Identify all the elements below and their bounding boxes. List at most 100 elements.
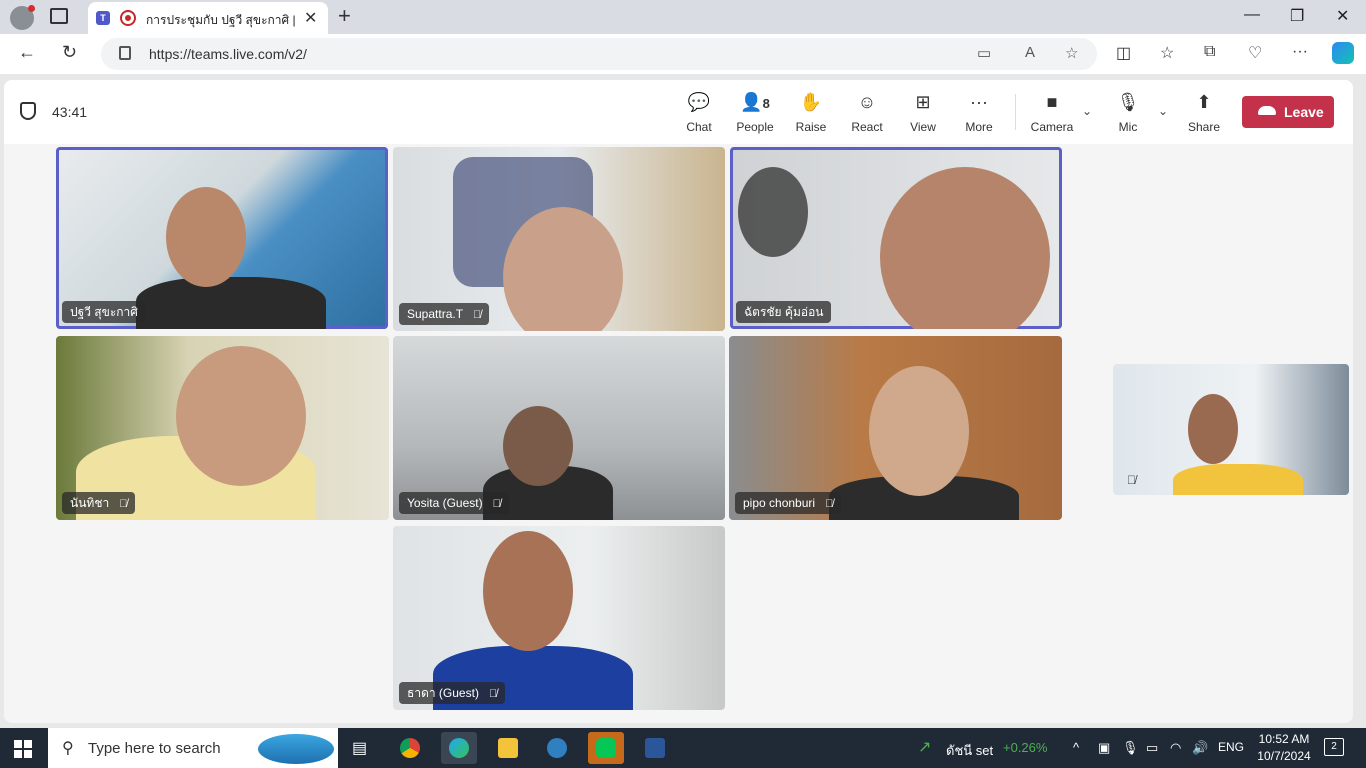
maps-search-icon[interactable]: [539, 732, 575, 764]
stock-label[interactable]: ดัชนี set: [946, 740, 993, 761]
close-window-button[interactable]: ✕: [1336, 6, 1349, 26]
mic-options-chevron-icon[interactable]: ⌄: [1158, 104, 1168, 118]
clock-time: 10:52 AM: [1258, 732, 1310, 746]
mic-muted-icon: 🎙̸: [492, 498, 501, 510]
browser-address-row: ← ↻ https://teams.live.com/v2/ ▭ A ☆ ◫ ☆…: [0, 34, 1366, 74]
read-aloud-icon[interactable]: A: [1025, 44, 1035, 61]
maximize-button[interactable]: ❐: [1290, 6, 1304, 26]
settings-more-icon[interactable]: ···: [1292, 43, 1308, 61]
favorites-icon[interactable]: ☆: [1160, 43, 1174, 63]
new-tab-button[interactable]: +: [338, 3, 351, 29]
tab-close-button[interactable]: ✕: [304, 8, 317, 28]
mic-button[interactable]: 🎙 Mic: [1100, 90, 1156, 138]
participant-name: Supattra.T: [407, 307, 464, 321]
copilot-icon[interactable]: [1332, 42, 1354, 64]
people-button[interactable]: 👤8 People: [727, 90, 783, 138]
participant-name: ฉัตรชัย คุ้มอ่อน: [744, 305, 824, 319]
mic-muted-icon: 🎙̸: [488, 688, 498, 700]
address-bar[interactable]: https://teams.live.com/v2/ ▭ A ☆: [101, 38, 1097, 70]
raise-hand-button[interactable]: ✋ Raise: [783, 90, 839, 138]
tab-actions-icon[interactable]: [50, 8, 68, 24]
windows-start-icon[interactable]: [14, 740, 32, 758]
video-tile[interactable]: ธาดา (Guest) 🎙̸: [393, 526, 725, 710]
search-placeholder[interactable]: Type here to search: [88, 740, 221, 757]
share-button[interactable]: ⬆ Share: [1176, 90, 1232, 138]
microphone-in-use-icon[interactable]: 🎙: [1122, 740, 1139, 756]
line-app-icon[interactable]: [588, 732, 624, 764]
word-icon[interactable]: [637, 732, 673, 764]
toolbar-divider: [1015, 94, 1016, 130]
video-tile[interactable]: ฉัตรชัย คุ้มอ่อน: [730, 147, 1062, 329]
collections-icon[interactable]: ⧉: [1204, 43, 1215, 61]
more-button[interactable]: ··· More: [951, 90, 1007, 138]
hang-up-icon: [1258, 106, 1276, 115]
self-view-video[interactable]: 🎙̸: [1113, 364, 1349, 495]
chat-button[interactable]: 💬 Chat: [671, 90, 727, 138]
favorite-star-icon[interactable]: ☆: [1065, 44, 1078, 62]
volume-icon[interactable]: 🔊: [1192, 740, 1208, 756]
more-dots-icon: ···: [970, 92, 988, 112]
participant-video-face: [1188, 394, 1238, 464]
video-tile[interactable]: นันทิชา 🎙̸: [56, 336, 389, 520]
notification-count: 2: [1331, 741, 1337, 752]
grid-icon: ⊞: [915, 92, 931, 112]
video-tile[interactable]: ปฐวี สุขะกาศิ: [56, 147, 388, 329]
camera-options-chevron-icon[interactable]: ⌄: [1082, 104, 1092, 118]
profile-notification-dot: [28, 5, 35, 12]
system-clock[interactable]: 10:52 AM 10/7/2024: [1254, 732, 1314, 763]
participant-name-tag: ธาดา (Guest) 🎙̸: [399, 682, 506, 704]
lock-icon[interactable]: [119, 46, 131, 60]
mic-muted-icon: 🎙̸: [825, 498, 834, 510]
participant-name-tag: ฉัตรชัย คุ้มอ่อน: [736, 301, 832, 323]
url-text[interactable]: https://teams.live.com/v2/: [149, 46, 307, 62]
meeting-toolbar: 43:41 💬 Chat 👤8 People ✋ Raise ☺ React ⊞…: [4, 80, 1353, 144]
windows-taskbar: ⚲ Type here to search ▤ ↗ ดัชนี set +0.2…: [0, 728, 1366, 768]
video-tile[interactable]: pipo chonburi 🎙̸: [729, 336, 1062, 520]
webcam-in-use-icon[interactable]: ▣: [1098, 740, 1110, 756]
people-icon: 👤8: [740, 92, 770, 112]
participant-name: Yosita (Guest): [407, 496, 483, 510]
camera-permission-icon[interactable]: ▭: [977, 44, 991, 62]
view-button[interactable]: ⊞ View: [895, 90, 951, 138]
leave-button[interactable]: Leave: [1242, 96, 1334, 128]
participant-name-tag: Yosita (Guest) 🎙̸: [399, 492, 509, 514]
blurred-object: [738, 167, 808, 257]
participant-name-tag: ปฐวี สุขะกาศิ: [62, 301, 146, 323]
search-highlight-image[interactable]: [258, 734, 334, 764]
more-label: More: [965, 120, 993, 134]
shield-icon[interactable]: [20, 102, 36, 120]
camera-button[interactable]: ■ Camera: [1024, 90, 1080, 138]
minimize-button[interactable]: —: [1244, 6, 1260, 24]
smiley-icon: ☺: [857, 92, 877, 112]
taskbar-search-box[interactable]: ⚲ Type here to search: [48, 728, 338, 768]
participant-video-face: [503, 406, 573, 486]
participant-name-tag: Supattra.T 🎙̸: [399, 303, 490, 325]
back-button[interactable]: ←: [18, 42, 36, 63]
browser-essentials-icon[interactable]: ♡: [1248, 43, 1262, 63]
participant-video-face: [483, 531, 573, 651]
notification-center-icon[interactable]: 2: [1324, 738, 1344, 756]
react-button[interactable]: ☺ React: [839, 90, 895, 138]
wifi-icon[interactable]: ◠: [1170, 740, 1181, 756]
refresh-button[interactable]: ↻: [62, 42, 77, 63]
video-tile[interactable]: Supattra.T 🎙̸: [393, 147, 725, 331]
stock-change[interactable]: +0.26%: [1003, 740, 1047, 755]
chrome-icon[interactable]: [392, 732, 428, 764]
react-label: React: [851, 120, 883, 134]
show-hidden-icons-chevron-icon[interactable]: ^: [1073, 740, 1079, 755]
teams-logo-icon: T: [96, 11, 110, 25]
view-label: View: [910, 120, 936, 134]
video-tile[interactable]: Yosita (Guest) 🎙̸: [393, 336, 725, 520]
file-explorer-icon[interactable]: [490, 732, 526, 764]
edge-icon[interactable]: [441, 732, 477, 764]
participant-video-face: [503, 207, 623, 331]
raise-label: Raise: [795, 120, 827, 134]
battery-icon[interactable]: ▭: [1146, 740, 1158, 756]
participant-video-face: [869, 366, 969, 496]
browser-tab-teams[interactable]: T การประชุมกับ ปฐวี สุขะกาศิ | Mic ✕: [88, 2, 328, 34]
task-view-icon[interactable]: ▤: [344, 732, 380, 764]
participant-name: ธาดา (Guest): [407, 686, 479, 700]
language-indicator[interactable]: ENG: [1218, 740, 1244, 754]
mic-muted-icon: 🎙̸: [473, 309, 482, 321]
split-screen-icon[interactable]: ◫: [1116, 43, 1131, 63]
